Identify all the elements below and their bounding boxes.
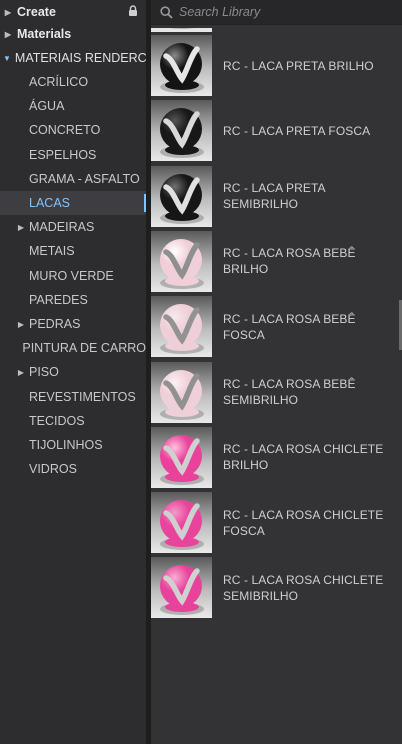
material-item[interactable]: RC - LACA ROSA BEBÊ SEMIBRILHO	[151, 361, 396, 427]
material-thumbnail[interactable]	[151, 492, 212, 554]
tree-item--gua[interactable]: ÁGUA	[0, 94, 146, 118]
tree-item-label: TIJOLINHOS	[29, 438, 103, 452]
material-thumbnail[interactable]	[151, 361, 212, 423]
tree-item-label: METAIS	[29, 244, 75, 259]
tree-item-grama-asfalto[interactable]: GRAMA - ASFALTO	[0, 167, 146, 191]
tree-item-tijolinhos[interactable]: TIJOLINHOS	[0, 433, 146, 457]
library-tree: ▶ Create ▶ Materials ▼ MATERIAIS RENDERC…	[0, 0, 157, 744]
tree-item-label: PEDRAS	[29, 317, 81, 331]
collapse-down-icon[interactable]: ▼	[3, 54, 11, 63]
tree-item-label: TECIDOS	[29, 413, 85, 428]
root-folder-label: MATERIAIS RENDERC...	[14, 51, 158, 65]
tree-item-muro-verde[interactable]: MURO VERDE	[0, 264, 146, 288]
expand-right-icon[interactable]: ▶	[16, 320, 26, 329]
search-input[interactable]	[179, 5, 379, 19]
material-item[interactable]: RC - LACA PRETA SEMIBRILHO	[151, 165, 396, 231]
material-thumbnail[interactable]	[151, 165, 212, 227]
tree-item-pintura-de-carro[interactable]: PINTURA DE CARRO	[0, 336, 146, 360]
material-item[interactable]: RC - LACA ROSA BEBÊ FOSCA	[151, 296, 396, 361]
root-folder-row[interactable]: ▼ MATERIAIS RENDERC...	[0, 46, 157, 70]
material-name: RC - LACA ROSA CHICLETE FOSCA	[223, 507, 384, 538]
tree-item-piso[interactable]: ▶ PISO	[0, 360, 146, 384]
material-name: RC - LACA PRETA FOSCA	[223, 123, 371, 138]
tree-item-madeiras[interactable]: ▶ MADEIRAS	[0, 215, 146, 239]
tree-item-concreto[interactable]: CONCRETO	[0, 118, 146, 142]
material-name: RC - LACA ROSA CHICLETE SEMIBRILHO	[223, 572, 384, 603]
tree-item-pedras[interactable]: ▶ PEDRAS	[0, 312, 146, 336]
material-item[interactable]: RC - LACA ROSA CHICLETE SEMIBRILHO	[151, 557, 396, 622]
material-thumbnail[interactable]	[151, 35, 212, 96]
material-thumbnail[interactable]	[151, 426, 212, 488]
tree-item-label: GRAMA - ASFALTO	[29, 171, 140, 186]
tree-item-label: VIDROS	[29, 462, 77, 477]
search-bar	[151, 0, 402, 25]
material-item[interactable]: RC - LACA ROSA BEBÊ BRILHO	[151, 230, 396, 296]
tree-item-label: MADEIRAS	[29, 220, 95, 235]
materials-row[interactable]: ▶ Materials	[0, 22, 146, 46]
tree-item-label: ACRÍLICO	[29, 75, 89, 89]
tree-item-label: ESPELHOS	[29, 147, 97, 162]
material-name: RC - LACA ROSA CHICLETE BRILHO	[223, 442, 384, 473]
lock-icon	[128, 5, 138, 19]
material-name: RC - LACA ROSA BEBÊ FOSCA	[223, 311, 356, 342]
material-name: RC - LACA PRETA BRILHO	[223, 58, 374, 73]
tree-item-label: ÁGUA	[29, 99, 65, 114]
tree-item-label: PAREDES	[29, 292, 88, 307]
tree-item-label: PINTURA DE CARRO	[22, 341, 146, 356]
material-list: RC - LACA PRETA BRILHO RC - LACA PRETA F…	[151, 28, 402, 744]
tree-item-revestimentos[interactable]: REVESTIMENTOS	[0, 385, 146, 409]
material-name: RC - LACA PRETA SEMIBRILHO	[223, 181, 325, 212]
tree-item-metais[interactable]: METAIS	[0, 239, 146, 263]
tree-item-acr-lico[interactable]: ACRÍLICO	[0, 70, 146, 94]
tree-item-espelhos[interactable]: ESPELHOS	[0, 143, 146, 167]
tree-item-paredes[interactable]: PAREDES	[0, 288, 146, 312]
material-name: RC - LACA ROSA BEBÊ SEMIBRILHO	[223, 377, 356, 407]
material-name: RC - LACA ROSA BEBÊ BRILHO	[223, 246, 356, 277]
create-label: Create	[17, 5, 56, 19]
material-item[interactable]: RC - LACA PRETA FOSCA	[151, 100, 396, 165]
tree-item-lacas[interactable]: LACAS	[0, 191, 146, 215]
expand-right-icon[interactable]: ▶	[16, 368, 26, 377]
expand-right-icon[interactable]: ▶	[3, 30, 13, 39]
expand-right-icon[interactable]: ▶	[16, 223, 26, 232]
material-thumbnail[interactable]	[151, 296, 212, 358]
material-thumbnail[interactable]	[151, 557, 212, 619]
material-thumbnail[interactable]	[151, 230, 212, 292]
tree-item-label: LACAS	[29, 196, 70, 210]
tree-item-label: CONCRETO	[29, 123, 101, 138]
tree-item-label: MURO VERDE	[29, 268, 114, 283]
material-item[interactable]: RC - LACA ROSA CHICLETE BRILHO	[151, 426, 396, 492]
material-thumbnail[interactable]	[151, 100, 212, 162]
material-item[interactable]: RC - LACA ROSA CHICLETE FOSCA	[151, 492, 396, 557]
tree-item-label: REVESTIMENTOS	[29, 389, 136, 404]
material-item[interactable]: RC - LACA PRETA BRILHO	[151, 35, 396, 100]
expand-right-icon[interactable]: ▶	[3, 8, 13, 17]
thumb-partial	[151, 28, 212, 32]
tree-item-tecidos[interactable]: TECIDOS	[0, 409, 146, 433]
materials-label: Materials	[17, 27, 72, 41]
search-icon	[160, 5, 173, 19]
create-row[interactable]: ▶ Create	[0, 0, 146, 24]
material-list-panel: RC - LACA PRETA BRILHO RC - LACA PRETA F…	[151, 0, 402, 744]
tree-item-vidros[interactable]: VIDROS	[0, 457, 146, 481]
tree-item-label: PISO	[29, 365, 59, 380]
